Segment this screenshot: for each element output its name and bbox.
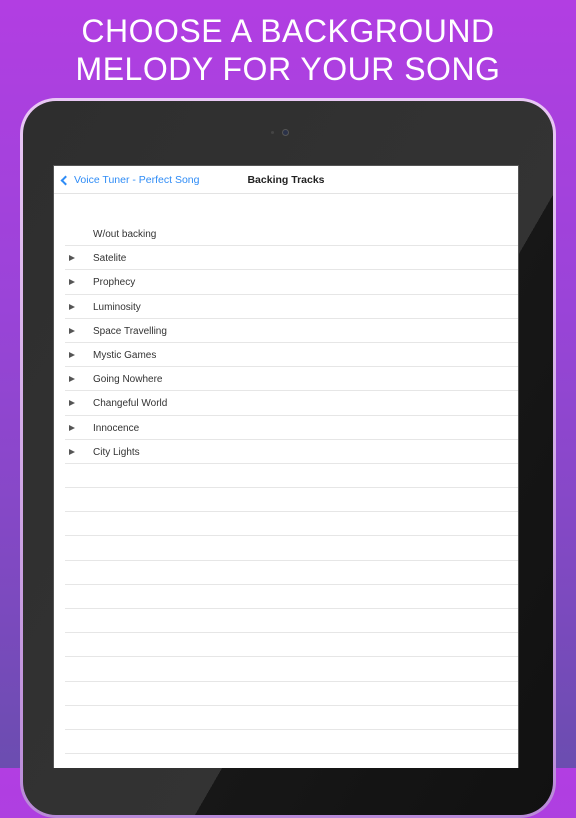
track-row[interactable]: Going Nowhere bbox=[65, 367, 518, 392]
headline-line-2: MELODY FOR YOUR SONG bbox=[75, 51, 501, 87]
play-icon[interactable] bbox=[69, 448, 75, 455]
play-icon[interactable] bbox=[69, 303, 75, 310]
track-label: Space Travelling bbox=[93, 325, 167, 337]
track-row[interactable]: Innocence bbox=[65, 416, 518, 440]
empty-row bbox=[65, 536, 518, 561]
track-row[interactable]: Mystic Games bbox=[65, 343, 518, 368]
play-icon[interactable] bbox=[69, 327, 75, 334]
play-icon[interactable] bbox=[69, 255, 75, 262]
track-label: Going Nowhere bbox=[93, 374, 163, 386]
page-title: Backing Tracks bbox=[247, 174, 325, 186]
track-label: Innocence bbox=[93, 422, 140, 434]
empty-row bbox=[65, 512, 518, 537]
play-icon[interactable] bbox=[69, 376, 75, 383]
track-label: Satelite bbox=[93, 253, 127, 265]
track-label: Mystic Games bbox=[93, 349, 157, 361]
track-label: W/out backing bbox=[93, 229, 157, 240]
empty-row bbox=[65, 464, 518, 489]
empty-row bbox=[65, 488, 518, 513]
empty-row bbox=[65, 706, 518, 730]
track-row[interactable]: Satelite bbox=[65, 246, 518, 271]
empty-row bbox=[65, 657, 518, 682]
track-label: Prophecy bbox=[93, 277, 136, 289]
track-row[interactable]: W/out backing bbox=[65, 222, 518, 247]
track-row[interactable]: Space Travelling bbox=[65, 319, 518, 343]
empty-row bbox=[65, 730, 518, 755]
track-row[interactable]: Prophecy bbox=[65, 270, 518, 295]
empty-row bbox=[65, 609, 518, 634]
play-icon[interactable] bbox=[69, 424, 75, 431]
track-label: Changeful World bbox=[93, 398, 168, 410]
track-label: Luminosity bbox=[93, 301, 141, 313]
app-screen: Voice Tuner - Perfect Song Backing Track… bbox=[53, 165, 519, 768]
sensor-icon bbox=[271, 131, 274, 134]
empty-row bbox=[65, 633, 518, 658]
play-icon[interactable] bbox=[69, 279, 75, 286]
empty-row bbox=[65, 682, 518, 706]
empty-row bbox=[65, 585, 518, 609]
track-row[interactable]: Changeful World bbox=[65, 391, 518, 416]
empty-row bbox=[65, 561, 518, 585]
play-icon[interactable] bbox=[69, 351, 75, 358]
play-icon[interactable] bbox=[69, 400, 75, 407]
camera-icon bbox=[282, 129, 289, 136]
track-label: City Lights bbox=[93, 446, 140, 458]
headline-line-1: CHOOSE A BACKGROUND bbox=[81, 13, 495, 49]
navigation-bar: Voice Tuner - Perfect Song Backing Track… bbox=[54, 166, 518, 194]
track-list: W/out backing Satelite Prophecy Luminosity S… bbox=[54, 222, 518, 755]
track-row[interactable]: City Lights bbox=[65, 440, 518, 464]
promo-headline: CHOOSE A BACKGROUND MELODY FOR YOUR SONG bbox=[0, 12, 576, 88]
track-row[interactable]: Luminosity bbox=[65, 295, 518, 319]
